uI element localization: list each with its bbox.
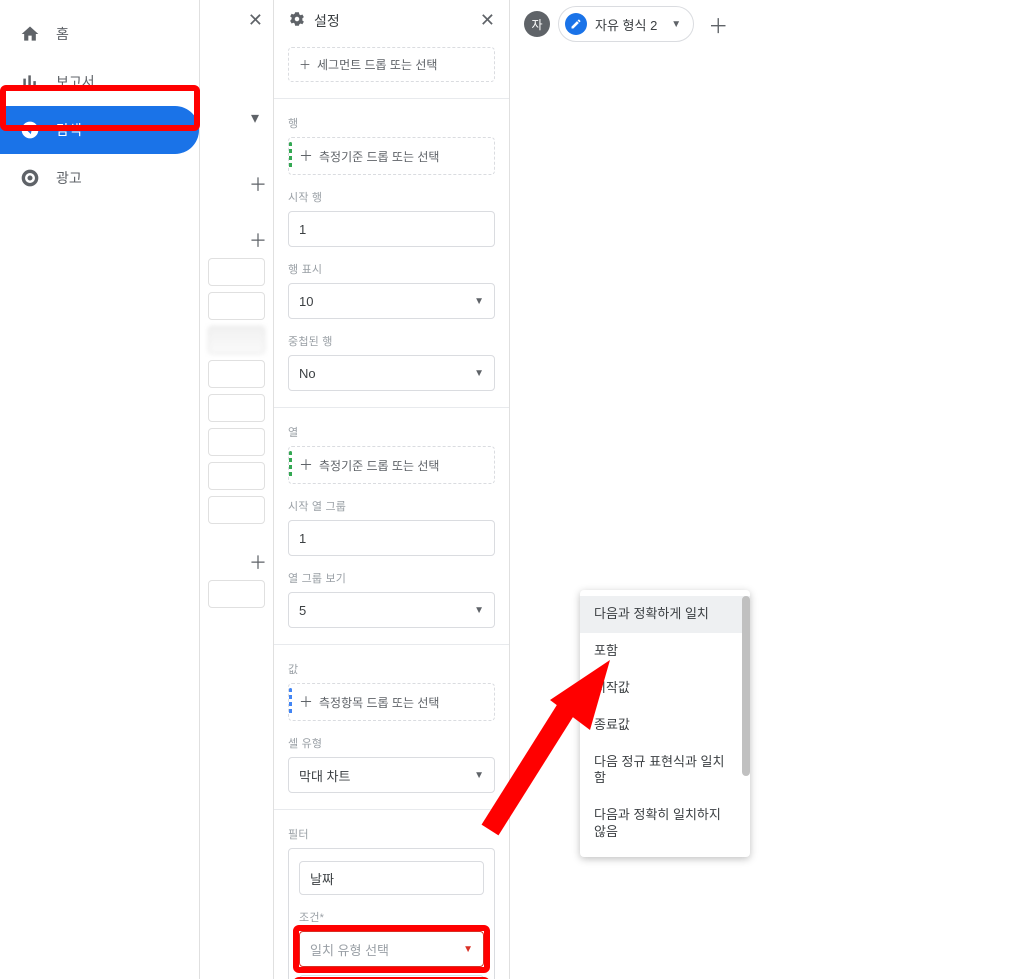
- chip-placeholder[interactable]: [208, 394, 265, 422]
- chip-placeholder[interactable]: [208, 496, 265, 524]
- filter-value-input[interactable]: AbCdEfGh: [299, 975, 484, 979]
- dropdown-item[interactable]: 다음과 정확하게 일치: [580, 596, 750, 633]
- add-icon[interactable]: ＋: [249, 171, 267, 197]
- chevron-down-icon: ▼: [474, 770, 484, 781]
- explore-icon: [18, 118, 42, 142]
- gear-icon: [288, 10, 306, 31]
- chip-placeholder[interactable]: [208, 462, 265, 490]
- nav-home[interactable]: 홈: [0, 10, 199, 58]
- settings-panel: 설정 ✕ ＋ 세그먼트 드롭 또는 선택 행 ＋ 측정기준 드롭 또는 선택 시…: [274, 0, 510, 979]
- filter-section-label: 필터: [288, 826, 495, 842]
- bar-chart-icon: [18, 70, 42, 94]
- scrollbar[interactable]: [742, 596, 750, 776]
- cell-type-label: 셀 유형: [288, 735, 495, 751]
- chip-placeholder[interactable]: [208, 580, 265, 608]
- match-type-dropdown: 다음과 정확하게 일치 포함 시작값 종료값 다음 정규 표현식과 일치함 다음…: [580, 590, 750, 857]
- dropdown-item[interactable]: 다음 정규 표현식과 일치함: [580, 744, 750, 798]
- tab-bar: 자 자유 형식 2 ▼ ＋: [510, 0, 1024, 48]
- target-icon: [18, 166, 42, 190]
- dropdown-item[interactable]: 종료값: [580, 707, 750, 744]
- start-col-input[interactable]: 1: [288, 520, 495, 556]
- dropdown-item[interactable]: 포함: [580, 633, 750, 670]
- nav-label: 광고: [56, 168, 82, 188]
- start-row-label: 시작 행: [288, 189, 495, 205]
- chevron-down-icon: ▼: [474, 296, 484, 307]
- plus-icon: ＋: [299, 146, 313, 166]
- owner-avatar: 자: [524, 11, 550, 37]
- chevron-down-icon[interactable]: ▼: [671, 19, 681, 30]
- dropdown-item[interactable]: 다음과 정확히 일치하지 않음: [580, 797, 750, 851]
- nav-ads[interactable]: 광고: [0, 154, 199, 202]
- nav-label: 탐색: [56, 120, 82, 140]
- nav-label: 홈: [56, 24, 69, 44]
- nested-rows-label: 중첩된 행: [288, 333, 495, 349]
- row-show-select[interactable]: 10▼: [288, 283, 495, 319]
- value-metric-drop[interactable]: ＋ 측정항목 드롭 또는 선택: [288, 683, 495, 721]
- chip-placeholder[interactable]: [208, 428, 265, 456]
- dropdown-item[interactable]: 시작값: [580, 670, 750, 707]
- start-col-label: 시작 열 그룹: [288, 498, 495, 514]
- nested-rows-select[interactable]: No▼: [288, 355, 495, 391]
- canvas-area: 자 자유 형식 2 ▼ ＋ 다음과 정확하게 일치 포함 시작값 종료값 다음 …: [510, 0, 1024, 979]
- tab-freeform[interactable]: 자유 형식 2 ▼: [558, 6, 694, 42]
- chevron-down-icon: ▼: [474, 368, 484, 379]
- plus-icon: ＋: [299, 692, 313, 712]
- close-icon[interactable]: ✕: [480, 10, 495, 31]
- col-dimension-drop[interactable]: ＋ 측정기준 드롭 또는 선택: [288, 446, 495, 484]
- start-row-input[interactable]: 1: [288, 211, 495, 247]
- close-icon[interactable]: ✕: [248, 10, 263, 31]
- col-show-select[interactable]: 5▼: [288, 592, 495, 628]
- panel-collapse[interactable]: ▾: [208, 104, 265, 132]
- filter-card: 날짜 조건 일치 유형 선택▼ AbCdEfGh 취소 적용: [288, 848, 495, 979]
- chip-placeholder[interactable]: [208, 258, 265, 286]
- segment-drop-area[interactable]: ＋ 세그먼트 드롭 또는 선택: [288, 47, 495, 82]
- chip-placeholder[interactable]: [208, 326, 265, 354]
- col-show-label: 열 그룹 보기: [288, 570, 495, 586]
- cols-section-label: 열: [288, 424, 495, 440]
- chip-placeholder[interactable]: [208, 292, 265, 320]
- add-tab-button[interactable]: ＋: [708, 10, 728, 39]
- variables-panel: ✕ ▾ ＋ ＋ ＋: [200, 0, 274, 979]
- condition-label: 조건: [299, 909, 484, 925]
- add-icon[interactable]: ＋: [249, 227, 267, 253]
- home-icon: [18, 22, 42, 46]
- nav-label: 보고서: [56, 72, 95, 92]
- left-nav: 홈 보고서 탐색 광고: [0, 0, 200, 979]
- values-section-label: 값: [288, 661, 495, 677]
- cell-type-select[interactable]: 막대 차트▼: [288, 757, 495, 793]
- add-icon[interactable]: ＋: [249, 549, 267, 575]
- rows-section-label: 행: [288, 115, 495, 131]
- plus-icon: ＋: [299, 455, 313, 475]
- edit-icon: [565, 13, 587, 35]
- panel-title: 설정: [288, 10, 340, 31]
- row-show-label: 행 표시: [288, 261, 495, 277]
- filter-dimension-input[interactable]: 날짜: [299, 861, 484, 895]
- plus-icon: ＋: [299, 56, 311, 73]
- chevron-down-icon: ▼: [463, 944, 473, 955]
- chevron-down-icon: ▼: [474, 605, 484, 616]
- match-type-select[interactable]: 일치 유형 선택▼: [299, 931, 484, 967]
- chip-placeholder[interactable]: [208, 360, 265, 388]
- tab-label: 자유 형식 2: [595, 15, 657, 34]
- nav-reports[interactable]: 보고서: [0, 58, 199, 106]
- nav-explore[interactable]: 탐색: [0, 106, 199, 154]
- row-dimension-drop[interactable]: ＋ 측정기준 드롭 또는 선택: [288, 137, 495, 175]
